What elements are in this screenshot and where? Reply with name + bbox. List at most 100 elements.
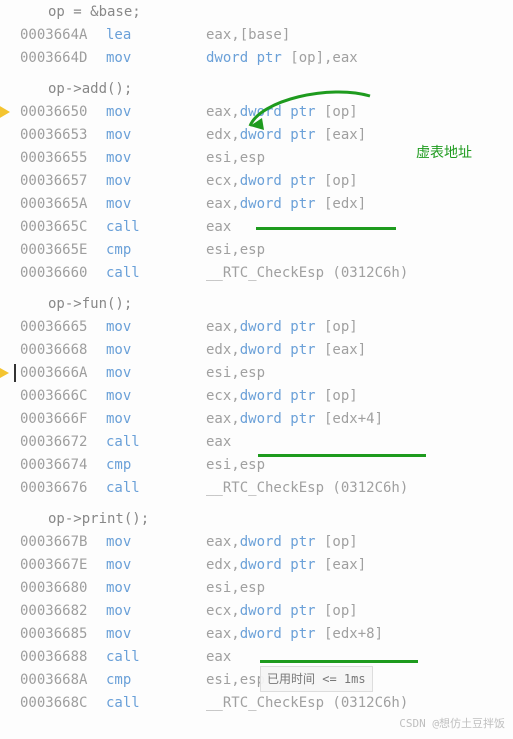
gutter — [0, 669, 18, 691]
operands: ecx,dword ptr [op] — [206, 600, 513, 622]
operands: eax — [206, 646, 513, 668]
asm-line[interactable]: 0003664Aleaeax,[base] — [0, 23, 513, 46]
mnemonic: lea — [106, 24, 206, 46]
address: 0003668C — [18, 692, 106, 714]
asm-line[interactable]: 0003665Ecmpesi,esp — [0, 238, 513, 261]
annotation-label: 虚表地址 — [416, 142, 472, 164]
address: 00036676 — [18, 477, 106, 499]
mnemonic: mov — [106, 47, 206, 69]
code-block: op->add();00036650moveax,dword ptr [op] 0… — [0, 77, 513, 284]
gutter — [0, 362, 18, 384]
mnemonic: mov — [106, 124, 206, 146]
gutter — [0, 47, 18, 69]
gutter — [0, 646, 18, 668]
address: 00036685 — [18, 623, 106, 645]
source-line: op = &base; — [0, 0, 513, 23]
address: 0003664D — [18, 47, 106, 69]
asm-line[interactable]: 0003665Amoveax,dword ptr [edx] — [0, 192, 513, 215]
disassembly-view: op = &base;0003664Aleaeax,[base]0003664D… — [0, 0, 513, 714]
operands: eax — [206, 431, 513, 453]
asm-line[interactable]: 00036668movedx,dword ptr [eax] — [0, 338, 513, 361]
gutter — [0, 339, 18, 361]
mnemonic: call — [106, 477, 206, 499]
source-line: op->add(); — [0, 77, 513, 100]
address: 0003667E — [18, 554, 106, 576]
gutter — [0, 623, 18, 645]
mnemonic: mov — [106, 600, 206, 622]
address: 0003667B — [18, 531, 106, 553]
address: 0003666F — [18, 408, 106, 430]
source-text: op->print(); — [48, 508, 149, 530]
operands: ecx,dword ptr [op] — [206, 170, 513, 192]
gutter — [0, 531, 18, 553]
address: 00036660 — [18, 262, 106, 284]
asm-line[interactable]: 0003664Dmovdword ptr [op],eax — [0, 46, 513, 69]
asm-line[interactable]: 00036650moveax,dword ptr [op] — [0, 100, 513, 123]
asm-line[interactable]: 0003668Ccall__RTC_CheckEsp (0312C6h) — [0, 691, 513, 714]
asm-line[interactable]: 00036676call__RTC_CheckEsp (0312C6h) — [0, 476, 513, 499]
operands: edx,dword ptr [eax] — [206, 339, 513, 361]
address: 0003666A — [18, 362, 106, 384]
gutter — [0, 124, 18, 146]
operands: eax,dword ptr [op] — [206, 101, 513, 123]
mnemonic: mov — [106, 531, 206, 553]
code-block: op = &base;0003664Aleaeax,[base]0003664D… — [0, 0, 513, 69]
gutter — [0, 454, 18, 476]
address: 0003665A — [18, 193, 106, 215]
mnemonic: call — [106, 216, 206, 238]
asm-line[interactable]: 0003667Bmoveax,dword ptr [op] — [0, 530, 513, 553]
asm-line[interactable]: 00036688calleax — [0, 645, 513, 668]
asm-line[interactable]: 00036680movesi,esp — [0, 576, 513, 599]
mnemonic: cmp — [106, 239, 206, 261]
asm-line[interactable]: 00036672calleax — [0, 430, 513, 453]
gutter — [0, 239, 18, 261]
address: 00036657 — [18, 170, 106, 192]
address: 00036672 — [18, 431, 106, 453]
gutter — [0, 24, 18, 46]
address: 00036668 — [18, 339, 106, 361]
asm-line[interactable]: 00036665moveax,dword ptr [op] — [0, 315, 513, 338]
mnemonic: mov — [106, 170, 206, 192]
address: 0003664A — [18, 24, 106, 46]
asm-line[interactable]: 0003666Cmovecx,dword ptr [op] — [0, 384, 513, 407]
asm-line[interactable]: 00036685moveax,dword ptr [edx+8] — [0, 622, 513, 645]
gutter — [0, 577, 18, 599]
mnemonic: mov — [106, 554, 206, 576]
operands: eax,dword ptr [edx+8] — [206, 623, 513, 645]
mnemonic: cmp — [106, 669, 206, 691]
text-cursor — [14, 364, 16, 382]
operands: dword ptr [op],eax — [206, 47, 513, 69]
mnemonic: mov — [106, 147, 206, 169]
asm-line[interactable]: 00036660call__RTC_CheckEsp (0312C6h) — [0, 261, 513, 284]
asm-line[interactable]: 0003667Emovedx,dword ptr [eax] — [0, 553, 513, 576]
source-text: op->fun(); — [48, 293, 132, 315]
mnemonic: call — [106, 431, 206, 453]
mnemonic: call — [106, 262, 206, 284]
gutter — [0, 262, 18, 284]
asm-line[interactable]: 00036657movecx,dword ptr [op] — [0, 169, 513, 192]
operands: eax,dword ptr [edx] — [206, 193, 513, 215]
source-line: op->print(); — [0, 507, 513, 530]
next-instruction-icon — [0, 368, 9, 378]
address: 00036688 — [18, 646, 106, 668]
gutter — [0, 170, 18, 192]
gutter — [0, 431, 18, 453]
asm-line[interactable]: 0003666Fmoveax,dword ptr [edx+4] — [0, 407, 513, 430]
mnemonic: mov — [106, 362, 206, 384]
underline-1 — [256, 227, 396, 230]
asm-line[interactable]: 0003668Acmpesi,esp — [0, 668, 513, 691]
asm-line[interactable]: 0003666Amovesi,esp — [0, 361, 513, 384]
watermark: CSDN @想仿土豆拌饭 — [399, 713, 505, 735]
operands: eax,dword ptr [edx+4] — [206, 408, 513, 430]
operands: __RTC_CheckEsp (0312C6h) — [206, 692, 513, 714]
operands: esi,esp — [206, 239, 513, 261]
mnemonic: mov — [106, 385, 206, 407]
address: 0003665E — [18, 239, 106, 261]
asm-line[interactable]: 00036674cmpesi,esp — [0, 453, 513, 476]
mnemonic: call — [106, 692, 206, 714]
source-line: op->fun(); — [0, 292, 513, 315]
address: 00036665 — [18, 316, 106, 338]
operands: esi,esp — [206, 362, 513, 384]
asm-line[interactable]: 00036682movecx,dword ptr [op] — [0, 599, 513, 622]
operands: eax,[base] — [206, 24, 513, 46]
